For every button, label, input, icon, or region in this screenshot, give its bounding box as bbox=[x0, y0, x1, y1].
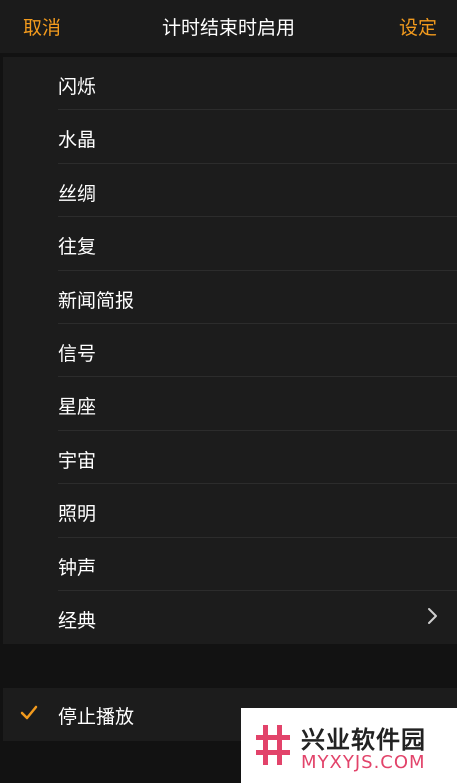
nav-bar: 取消 计时结束时启用 设定 bbox=[0, 0, 457, 53]
ringtone-label: 水晶 bbox=[58, 129, 97, 152]
chevron-right-icon bbox=[428, 607, 437, 624]
ringtone-item-shuijing[interactable]: 水晶 bbox=[3, 110, 457, 164]
ringtone-item-shanshuo[interactable]: 闪烁 bbox=[3, 57, 457, 111]
ringtone-item-wangfu[interactable]: 往复 bbox=[3, 217, 457, 271]
ringtone-item-xinhao[interactable]: 信号 bbox=[3, 324, 457, 378]
checkmark-icon bbox=[20, 705, 38, 720]
ringtone-label: 经典 bbox=[58, 609, 97, 632]
ringtone-item-zhongsheng[interactable]: 钟声 bbox=[3, 538, 457, 591]
ringtone-item-sichou[interactable]: 丝绸 bbox=[3, 164, 457, 218]
ringtone-item-xingzuo[interactable]: 星座 bbox=[3, 377, 457, 431]
set-button[interactable]: 设定 bbox=[399, 13, 437, 40]
ringtone-label: 信号 bbox=[58, 342, 97, 365]
ringtone-label: 新闻简报 bbox=[58, 289, 135, 312]
ringtone-label: 钟声 bbox=[58, 556, 97, 579]
ringtone-item-yuzhou[interactable]: 宇宙 bbox=[3, 431, 457, 485]
ringtone-label: 往复 bbox=[58, 236, 97, 259]
hash-logo-icon bbox=[253, 721, 293, 769]
ringtone-list: 闪烁 水晶 丝绸 往复 新闻简报 信号 星座 宇宙 照明 钟声 经典 bbox=[3, 57, 457, 645]
site-watermark: 兴业软件园 MYXYJS.COM bbox=[241, 708, 457, 783]
page-title: 计时结束时启用 bbox=[161, 17, 295, 39]
watermark-url: MYXYJS.COM bbox=[301, 752, 426, 773]
ringtone-label: 丝绸 bbox=[58, 182, 97, 205]
ringtone-label: 闪烁 bbox=[58, 76, 97, 98]
stop-playback-label: 停止播放 bbox=[58, 706, 135, 728]
ringtone-label: 照明 bbox=[58, 503, 97, 526]
ringtone-item-jingdian[interactable]: 经典 bbox=[3, 591, 457, 644]
ringtone-label: 宇宙 bbox=[58, 449, 97, 472]
ringtone-label: 星座 bbox=[58, 396, 97, 419]
timer-end-action-screen: 取消 计时结束时启用 设定 闪烁 水晶 丝绸 往复 新闻简报 信号 星座 宇宙 … bbox=[0, 0, 457, 783]
ringtone-item-xinwenjianbao[interactable]: 新闻简报 bbox=[3, 271, 457, 324]
watermark-brand-name: 兴业软件园 bbox=[301, 726, 426, 754]
ringtone-item-zhaoming[interactable]: 照明 bbox=[3, 484, 457, 538]
